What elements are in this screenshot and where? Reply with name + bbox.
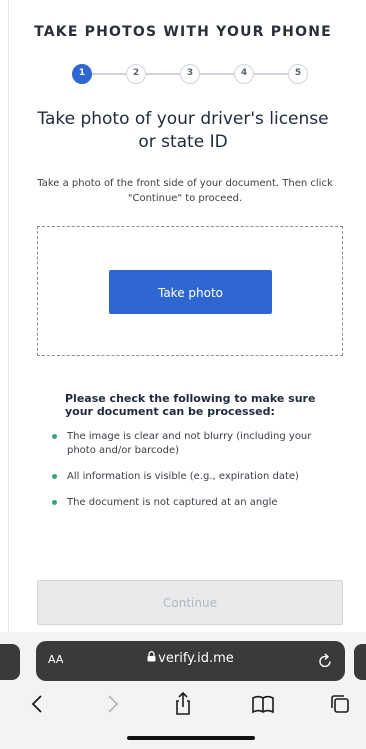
page: TAKE PHOTOS WITH YOUR PHONE 1 2 3 4 5 Ta… xyxy=(0,0,366,749)
list-item-text: The document is not captured at an angle xyxy=(67,497,278,508)
browser-toolbar xyxy=(0,690,366,720)
forward-icon[interactable] xyxy=(98,690,126,718)
page-title: Take photo of your driver's license or s… xyxy=(37,109,329,152)
step-connector xyxy=(254,73,288,75)
reload-icon[interactable] xyxy=(317,652,333,674)
next-tab-peek[interactable] xyxy=(354,644,366,680)
checklist: The image is clear and not blurry (inclu… xyxy=(52,430,342,522)
step-5: 5 xyxy=(288,64,308,84)
step-connector xyxy=(200,73,234,75)
url-display[interactable]: verify.id.me xyxy=(36,651,345,666)
bullet-icon xyxy=(52,474,57,479)
continue-button[interactable]: Continue xyxy=(37,580,343,625)
step-4: 4 xyxy=(234,64,254,84)
tabs-icon[interactable] xyxy=(326,690,354,718)
url-text: verify.id.me xyxy=(158,651,234,666)
bullet-icon xyxy=(52,434,57,439)
instruction-text: Take a photo of the front side of your d… xyxy=(37,178,333,204)
divider xyxy=(8,0,9,640)
home-indicator xyxy=(127,736,255,740)
step-connector xyxy=(146,73,180,75)
list-item-text: All information is visible (e.g., expira… xyxy=(67,471,299,482)
list-item: The document is not captured at an angle xyxy=(52,496,342,510)
take-photo-button[interactable]: Take photo xyxy=(109,270,272,314)
step-1: 1 xyxy=(72,64,92,84)
address-bar[interactable]: AA verify.id.me xyxy=(36,641,345,681)
lock-icon xyxy=(147,651,156,666)
list-item: The image is clear and not blurry (inclu… xyxy=(52,430,342,458)
bookmarks-icon[interactable] xyxy=(249,690,277,718)
list-item: All information is visible (e.g., expira… xyxy=(52,470,342,484)
checklist-title: Please check the following to make sure … xyxy=(65,392,316,418)
step-connector xyxy=(92,73,126,75)
previous-tab-peek[interactable] xyxy=(0,644,20,680)
bullet-icon xyxy=(52,500,57,505)
step-2: 2 xyxy=(126,64,146,84)
page-header-title: TAKE PHOTOS WITH YOUR PHONE xyxy=(34,24,332,40)
progress-stepper: 1 2 3 4 5 xyxy=(72,64,310,84)
step-3: 3 xyxy=(180,64,200,84)
list-item-text: The image is clear and not blurry (inclu… xyxy=(67,431,312,456)
back-icon[interactable] xyxy=(24,690,52,718)
share-icon[interactable] xyxy=(169,690,197,718)
